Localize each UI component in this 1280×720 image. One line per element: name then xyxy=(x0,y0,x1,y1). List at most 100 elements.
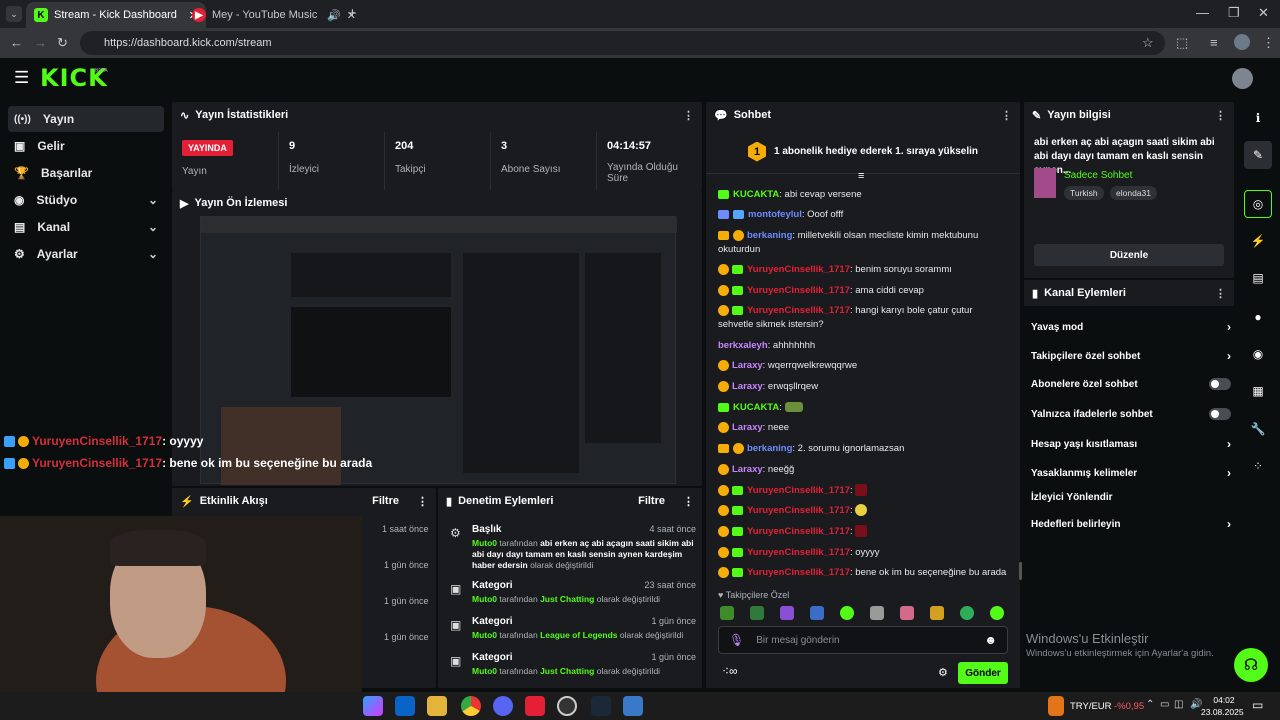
chat-username[interactable]: YuruyenCinsellik_1717 xyxy=(747,567,850,578)
clip-icon[interactable]: ◎ xyxy=(1244,190,1272,218)
subscribers-only-toggle[interactable] xyxy=(1209,378,1231,390)
more-options-icon[interactable]: ⋮ xyxy=(1215,109,1226,122)
sidebar-item-channel[interactable]: ▤ Kanal ⌄ xyxy=(8,214,164,240)
reload-icon[interactable]: ↻ xyxy=(57,35,68,51)
chat-username[interactable]: YuruyenCinsellik_1717 xyxy=(747,505,850,516)
support-chat-icon[interactable]: ☊ xyxy=(1234,648,1268,682)
url-field[interactable]: https://dashboard.kick.com/stream xyxy=(80,31,1165,55)
network-icon[interactable]: ◫ xyxy=(1174,699,1183,710)
chat-username[interactable]: Laraxy xyxy=(732,360,763,371)
chat-username[interactable]: YuruyenCinsellik_1717 xyxy=(747,526,850,537)
chat-username[interactable]: berkaning xyxy=(747,443,792,454)
send-button[interactable]: Gönder xyxy=(958,662,1008,684)
document-icon[interactable]: ▤ xyxy=(1244,264,1272,292)
chat-bubble-icon[interactable]: ● xyxy=(1244,303,1272,331)
emote-8-icon[interactable] xyxy=(930,606,944,620)
sidebar-item-achievements[interactable]: 🏆 Başarılar xyxy=(8,160,164,186)
action-followers-only[interactable]: Takipçilere özel sohbet › xyxy=(1031,349,1231,363)
more-options-icon[interactable]: ⋮ xyxy=(1001,109,1012,122)
apps-icon[interactable]: ⁘ xyxy=(1244,452,1272,480)
restore-icon[interactable]: ❐ xyxy=(1228,5,1240,21)
audio-playing-icon[interactable]: 🔊 xyxy=(327,9,341,22)
chat-username[interactable]: YuruyenCinsellik_1717 xyxy=(747,305,850,316)
minimize-icon[interactable]: — xyxy=(1196,5,1209,20)
tray-chevron-icon[interactable]: ⌃ xyxy=(1146,699,1154,710)
chat-username[interactable]: YuruyenCinsellik_1717 xyxy=(747,285,850,296)
chat-input[interactable]: 🎙 Bir mesaj gönderin ☻ xyxy=(718,626,1008,654)
emote-7-icon[interactable] xyxy=(900,606,914,620)
back-icon[interactable]: ← xyxy=(10,35,23,50)
edit-stream-info-button[interactable]: Düzenle xyxy=(1034,244,1224,266)
chat-username[interactable]: YuruyenCinsellik_1717 xyxy=(747,547,850,558)
info-icon[interactable]: ℹ xyxy=(1244,104,1272,132)
chat-username[interactable]: YuruyenCinsellik_1717 xyxy=(747,485,850,496)
browser-menu-icon[interactable]: ⋮ xyxy=(1262,35,1275,51)
more-options-icon[interactable]: ⋮ xyxy=(1215,287,1226,300)
sidebar-item-stream[interactable]: ((•)) Yayın xyxy=(8,106,164,132)
notifications-icon[interactable]: ▭ xyxy=(1252,698,1263,712)
more-options-icon[interactable]: ⋮ xyxy=(417,495,428,508)
sidebar-item-income[interactable]: ▣ Gelir xyxy=(8,133,164,159)
file-explorer-icon[interactable] xyxy=(427,696,447,716)
emote-10-icon[interactable] xyxy=(990,606,1004,620)
media-control-icon[interactable]: ≡ xyxy=(1210,35,1218,50)
bookmark-star-icon[interactable]: ☆ xyxy=(1142,35,1154,51)
action-set-goals[interactable]: Hedefleri belirleyin › xyxy=(1031,517,1231,531)
layout-icon[interactable]: ▦ xyxy=(1244,377,1272,405)
wrench-icon[interactable]: 🔧 xyxy=(1244,415,1272,443)
preview-video[interactable] xyxy=(200,216,677,485)
copilot-icon[interactable] xyxy=(363,696,383,716)
forward-icon[interactable]: → xyxy=(34,35,47,50)
chat-username[interactable]: KUCAKTA xyxy=(733,189,779,200)
obs-icon[interactable] xyxy=(557,696,577,716)
sidebar-item-settings[interactable]: ⚙ Ayarlar ⌄ xyxy=(8,241,164,267)
chat-scrollbar[interactable] xyxy=(1019,562,1022,580)
action-slow-mode[interactable]: Yavaş mod › xyxy=(1031,320,1231,334)
emote-3-icon[interactable] xyxy=(780,606,794,620)
chat-username[interactable]: YuruyenCinsellik_1717 xyxy=(747,264,850,275)
emoji-picker-icon[interactable]: ☻ xyxy=(984,633,997,647)
extensions-icon[interactable]: ⬚ xyxy=(1176,35,1188,51)
outlook-icon[interactable] xyxy=(395,696,415,716)
new-tab-icon[interactable]: + xyxy=(348,5,357,22)
edit-icon[interactable]: ✎ xyxy=(1244,141,1272,169)
winrar-icon[interactable] xyxy=(525,696,545,716)
action-raid[interactable]: İzleyici Yönlendir xyxy=(1031,492,1231,503)
close-window-icon[interactable]: ✕ xyxy=(1258,5,1269,21)
chat-username[interactable]: berkaning xyxy=(747,230,792,241)
emote-5-icon[interactable] xyxy=(840,606,854,620)
chat-tools-icon[interactable]: ⁖∞ xyxy=(722,664,738,678)
filter-button[interactable]: Filtre xyxy=(638,495,665,507)
chrome-icon[interactable] xyxy=(461,696,481,716)
hamburger-menu-icon[interactable]: ☰ xyxy=(14,68,29,88)
tab-search-icon[interactable]: ⌄ xyxy=(6,6,22,22)
emote-1-icon[interactable] xyxy=(720,606,734,620)
emote-4-icon[interactable] xyxy=(810,606,824,620)
microphone-icon[interactable]: 🎙 xyxy=(729,633,744,647)
chat-username[interactable]: KUCAKTA xyxy=(733,402,779,413)
emote-2-icon[interactable] xyxy=(750,606,764,620)
discord-icon[interactable] xyxy=(493,696,513,716)
emote-6-icon[interactable] xyxy=(870,606,884,620)
chat-settings-icon[interactable]: ⚙ xyxy=(938,666,948,679)
broadcast-icon[interactable]: ◉ xyxy=(1244,340,1272,368)
currency-widget-icon[interactable] xyxy=(1048,696,1064,716)
chat-username[interactable]: montofeylul xyxy=(748,209,802,220)
steam-icon[interactable] xyxy=(591,696,611,716)
action-banned-words[interactable]: Yasaklanmış kelimeler › xyxy=(1031,466,1231,480)
emote-only-toggle[interactable] xyxy=(1209,408,1231,420)
filter-button[interactable]: Filtre xyxy=(372,495,399,507)
profile-avatar[interactable] xyxy=(1234,34,1250,50)
user-avatar[interactable] xyxy=(1232,68,1253,89)
network-app-icon[interactable] xyxy=(623,696,643,716)
more-options-icon[interactable]: ⋮ xyxy=(683,109,694,122)
chat-username[interactable]: Laraxy xyxy=(732,381,763,392)
chat-username[interactable]: Laraxy xyxy=(732,464,763,475)
tab-kick-dashboard[interactable]: K Stream - Kick Dashboard ✕ xyxy=(26,2,206,28)
action-account-age[interactable]: Hesap yaşı kısıtlaması › xyxy=(1031,437,1231,451)
tab-youtube-music[interactable]: ▶ Mey - YouTube Music 🔊 ✕ xyxy=(184,2,364,28)
category-name[interactable]: Sadece Sohbet xyxy=(1064,170,1132,181)
collapse-banner-icon[interactable]: ≡ xyxy=(858,170,864,182)
chat-username[interactable]: berkxaleyh xyxy=(718,340,768,351)
lightning-icon[interactable]: ⚡ xyxy=(1244,227,1272,255)
